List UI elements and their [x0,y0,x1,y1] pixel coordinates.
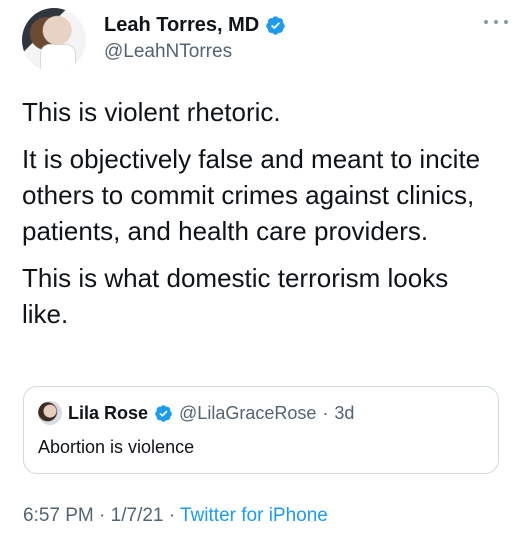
author-names: Leah Torres, MD @LeahNTorres [104,12,286,64]
tweet-line: patients, and health care providers. [22,216,429,246]
tweet-line: It is objectively false and meant to inc… [22,144,481,174]
quoted-tweet-text: Abortion is violence [38,437,195,457]
more-dot [494,20,498,24]
verified-badge-icon [266,15,285,35]
tweet-paragraph: This is violent rhetoric. [22,94,508,130]
quoted-time: 3d [334,402,355,423]
tweet-header: Leah Torres, MD @LeahNTorres [22,8,508,72]
tweet-paragraph: It is objectively false and meant to inc… [22,141,508,249]
more-dot [484,20,488,24]
meta-separator: · [99,505,106,526]
verified-badge-icon [155,404,172,422]
more-dot [504,20,508,24]
tweet-line: others to commit crimes against clinics, [22,180,475,210]
tweet-time[interactable]: 6:57 PM [23,505,94,526]
tweet-text: This is violent rhetoric. It is objectiv… [22,94,508,343]
quoted-tweet-header: Lila Rose @LilaGraceRose · 3d [38,401,354,425]
author-avatar[interactable] [22,8,86,72]
quoted-tweet-card[interactable]: Lila Rose @LilaGraceRose · 3d Abortion i… [23,386,499,474]
tweet-source-link[interactable]: Twitter for iPhone [180,505,328,526]
tweet-paragraph: This is what domestic terrorism looks li… [22,260,508,332]
meta-separator: · [168,505,176,526]
name-row: Leah Torres, MD [104,12,286,38]
more-horizontal-icon[interactable] [484,14,508,30]
author-display-name[interactable]: Leah Torres, MD [104,12,259,38]
tweet-date[interactable]: 1/7/21 [111,505,164,526]
quoted-author-handle: @LilaGraceRose [179,402,317,423]
tweet-meta: 6:57 PM · 1/7/21 · Twitter for iPhone [23,503,328,529]
avatar-coat [40,44,76,72]
quoted-author-name: Lila Rose [68,402,149,423]
tweet-line: like. [22,299,69,329]
quoted-author-avatar [38,401,62,425]
author-handle[interactable]: @LeahNTorres [104,40,286,64]
tweet-line: This is what domestic terrorism looks [22,263,449,293]
quoted-separator: · [322,402,329,423]
tweet-line: This is violent rhetoric. [22,97,281,127]
